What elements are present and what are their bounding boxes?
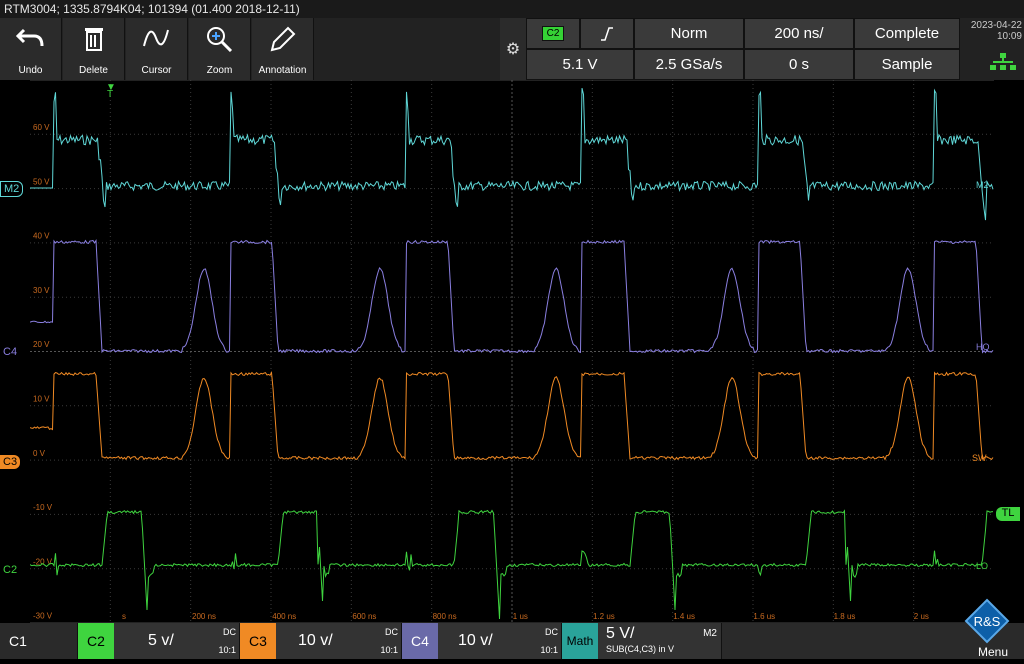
- right-label-sw: SW: [972, 453, 987, 463]
- math-label: Math: [562, 623, 598, 659]
- zoom-icon: [207, 27, 233, 52]
- zoom-label: Zoom: [206, 65, 233, 76]
- c3-scale: 10 v/: [298, 632, 333, 649]
- y-axis-label: -30 V: [33, 612, 53, 621]
- c1-channel[interactable]: C1: [0, 623, 78, 659]
- y-axis-label: 50 V: [33, 177, 50, 186]
- x-axis-label: 1.8 us: [834, 612, 856, 621]
- trigger-level-marker[interactable]: TL: [996, 507, 1020, 521]
- x-axis-label: 1 us: [513, 612, 528, 621]
- undo-button[interactable]: Undo: [0, 18, 62, 80]
- c2-offset-marker[interactable]: C2: [0, 563, 20, 577]
- waveform-display[interactable]: 60 V 50 V 40 V 30 V 20 V 10 V 0 V -10 V -20 V -30…: [30, 80, 994, 623]
- acquisition-status[interactable]: Complete: [854, 18, 960, 49]
- c3-coupling: DC: [385, 627, 398, 637]
- c2-scale: 5 v/: [148, 632, 174, 649]
- rising-edge-icon: [601, 26, 613, 41]
- pencil-icon: [270, 26, 296, 52]
- math-tag: M2: [703, 628, 717, 639]
- math-scale: 5 V/: [606, 625, 635, 642]
- date-text: 2023-04-22: [970, 20, 1022, 31]
- window-title: RTM3004; 1335.8794K04; 101394 (01.400 20…: [0, 0, 1024, 18]
- acquisition-mode[interactable]: Sample: [854, 49, 960, 80]
- delete-label: Delete: [79, 65, 108, 76]
- sample-rate[interactable]: 2.5 GSa/s: [634, 49, 744, 80]
- horizontal-position[interactable]: 0 s: [744, 49, 854, 80]
- x-axis-label: 800 ns: [433, 612, 457, 621]
- svg-text:R&S: R&S: [974, 614, 1001, 629]
- x-axis-label: 1.4 us: [673, 612, 695, 621]
- channel-bar: C1 C2 5 v/ DC 10:1 C3 10 v/ DC 10:1 C4 1…: [0, 623, 1024, 659]
- settings-gear-button[interactable]: ⚙: [500, 18, 526, 80]
- x-axis-label: 1.2 us: [593, 612, 615, 621]
- c3-offset-marker[interactable]: C3: [0, 455, 21, 469]
- x-axis-label: 2 us: [914, 612, 929, 621]
- x-axis-label: 600 ns: [352, 612, 376, 621]
- channel-badge: C2: [541, 26, 565, 41]
- y-axis-label: 0 V: [33, 449, 46, 458]
- undo-label: Undo: [18, 65, 43, 76]
- cursor-label: Cursor: [141, 65, 172, 76]
- time-text: 10:09: [996, 31, 1022, 42]
- trigger-position-marker[interactable]: ▼ T: [106, 82, 116, 100]
- menu-button[interactable]: R&S Menu: [960, 596, 1024, 659]
- timebase[interactable]: 200 ns/: [744, 18, 854, 49]
- undo-icon: [16, 28, 44, 47]
- x-axis-label: 400 ns: [272, 612, 296, 621]
- right-label-ho: HO: [976, 342, 990, 352]
- math-channel[interactable]: Math 5 V/ SUB(C4,C3) in V M2: [562, 623, 722, 659]
- slope-select[interactable]: [580, 18, 634, 49]
- x-axis-label: 1.6 us: [753, 612, 775, 621]
- math-formula: SUB(C4,C3) in V: [606, 644, 675, 654]
- y-axis-label: 10 V: [33, 395, 50, 404]
- y-axis-label: 30 V: [33, 286, 50, 295]
- c3-label: C3: [240, 623, 276, 659]
- y-axis-label: -20 V: [33, 557, 53, 566]
- x-axis-label: 200 ns: [192, 612, 216, 621]
- right-label-m2: M2: [976, 180, 989, 190]
- network-icon: [990, 53, 1016, 70]
- annotation-label: Annotation: [258, 65, 307, 76]
- c2-probe: 10:1: [218, 645, 236, 655]
- c4-channel[interactable]: C4 10 v/ DC 10:1: [402, 623, 562, 659]
- y-axis-label: 60 V: [33, 123, 50, 132]
- zoom-button[interactable]: Zoom: [189, 18, 251, 80]
- trigger-mode[interactable]: Norm: [634, 18, 744, 49]
- datetime: 2023-04-22 10:09: [962, 20, 1022, 42]
- x-axis-label: s: [122, 612, 126, 621]
- c2-label: C2: [78, 623, 114, 659]
- y-axis-label: -10 V: [33, 503, 53, 512]
- trigger-level[interactable]: 5.1 V: [526, 49, 634, 80]
- c4-offset-marker[interactable]: C4: [0, 345, 20, 359]
- trash-icon: [85, 28, 103, 51]
- gear-icon: ⚙: [505, 41, 521, 58]
- trigger-position-label: T: [107, 89, 114, 100]
- delete-button[interactable]: Delete: [63, 18, 125, 80]
- c3-channel[interactable]: C3 10 v/ DC 10:1: [240, 623, 402, 659]
- channel-select[interactable]: C2: [526, 18, 580, 49]
- m2-offset-marker[interactable]: M2: [0, 181, 24, 197]
- menu-label: Menu: [978, 645, 1009, 659]
- c2-coupling: DC: [223, 627, 236, 637]
- c2-channel[interactable]: C2 5 v/ DC 10:1: [78, 623, 240, 659]
- c4-scale: 10 v/: [458, 632, 493, 649]
- c1-label: C1: [9, 633, 27, 649]
- c4-label: C4: [402, 623, 438, 659]
- right-label-lo: LO: [976, 561, 989, 571]
- annotation-button[interactable]: Annotation: [252, 18, 314, 80]
- cursor-icon: [143, 29, 169, 47]
- c3-probe: 10:1: [380, 645, 398, 655]
- waveform-grid: 60 V 50 V 40 V 30 V 20 V 10 V 0 V -10 V -20 V -30…: [30, 80, 994, 623]
- y-axis-label: 20 V: [33, 340, 50, 349]
- c4-coupling: DC: [545, 627, 558, 637]
- cursor-button[interactable]: Cursor: [126, 18, 188, 80]
- c4-probe: 10:1: [540, 645, 558, 655]
- y-axis-label: 40 V: [33, 232, 50, 241]
